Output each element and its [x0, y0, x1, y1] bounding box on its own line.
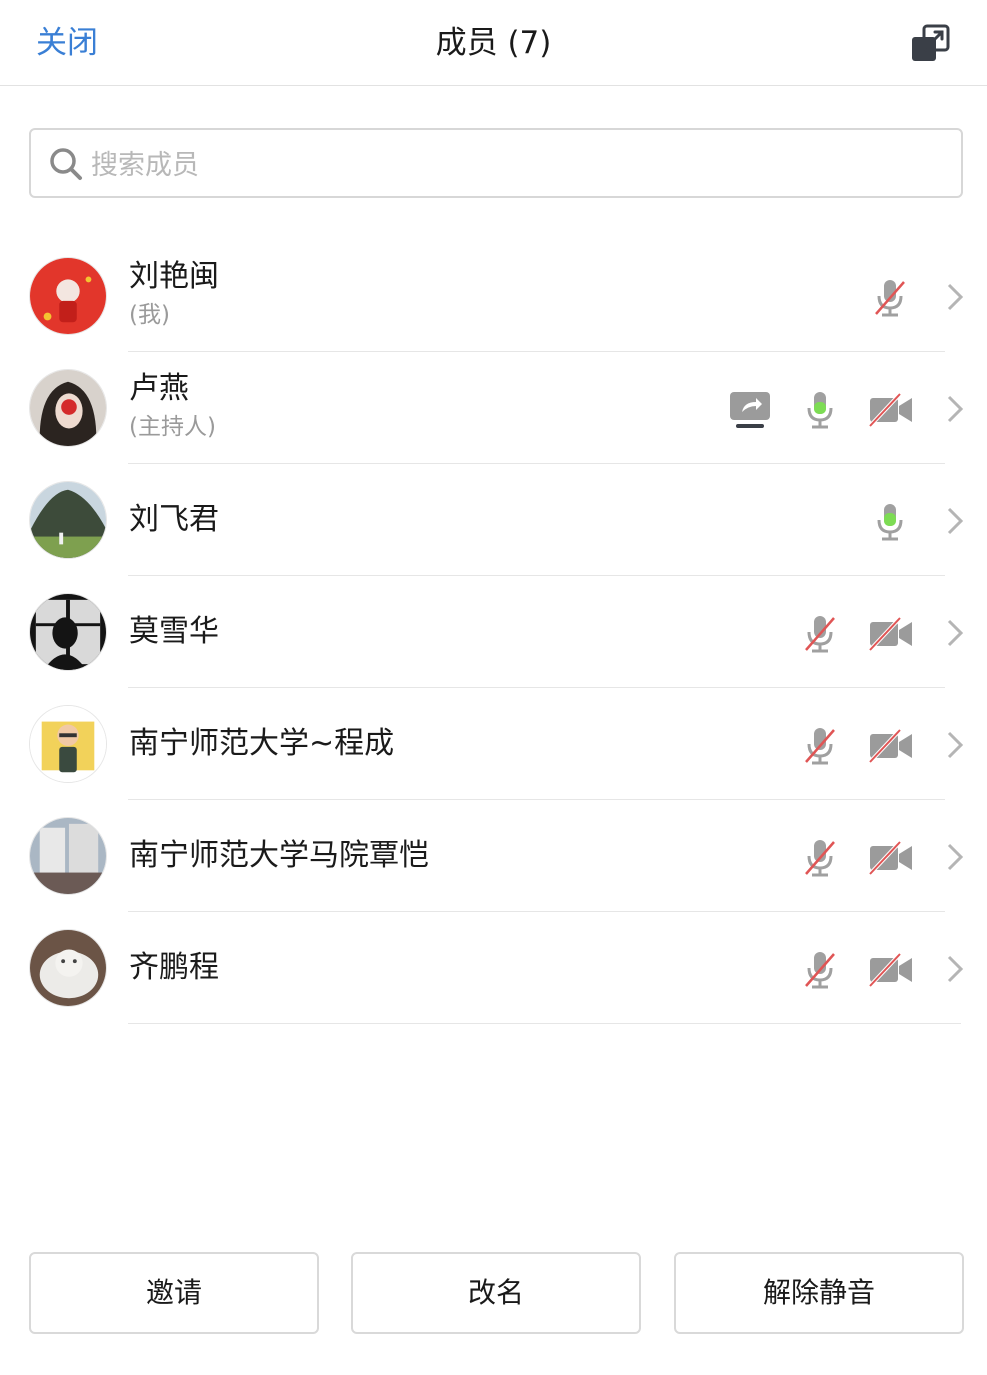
mic-muted-icon[interactable]: [868, 276, 912, 320]
member-list: 刘艳闽 (我) 卢燕 (主持人) 刘飞君 莫雪华 南宁师范大学~程成 南宁师范大…: [0, 240, 987, 1024]
invite-button[interactable]: 邀请: [29, 1252, 319, 1334]
member-row[interactable]: 刘艳闽 (我): [0, 240, 987, 352]
mic-active-icon[interactable]: [798, 388, 842, 432]
member-row[interactable]: 齐鹏程: [0, 912, 987, 1024]
avatar: [29, 257, 107, 335]
member-name: 莫雪华: [129, 614, 219, 649]
member-name: 南宁师范大学马院覃恺: [129, 838, 429, 873]
chevron-right-icon[interactable]: [944, 728, 966, 762]
member-name: 齐鹏程: [129, 950, 219, 985]
member-name: 刘艳闽: [129, 259, 219, 294]
mic-muted-icon[interactable]: [798, 836, 842, 880]
camera-off-icon[interactable]: [868, 616, 914, 652]
mic-muted-icon[interactable]: [798, 724, 842, 768]
avatar: [29, 817, 107, 895]
divider: [128, 1023, 961, 1024]
chevron-right-icon[interactable]: [944, 952, 966, 986]
rename-button[interactable]: 改名: [351, 1252, 641, 1334]
camera-off-icon[interactable]: [868, 952, 914, 988]
chevron-right-icon[interactable]: [944, 616, 966, 650]
avatar: [29, 705, 107, 783]
search-icon: [50, 148, 82, 180]
search-input[interactable]: [89, 142, 933, 188]
chevron-right-icon[interactable]: [944, 392, 966, 426]
page-title: 成员 (7): [435, 25, 552, 61]
mic-muted-icon[interactable]: [798, 948, 842, 992]
chevron-right-icon[interactable]: [944, 840, 966, 874]
mic-active-icon[interactable]: [868, 500, 912, 544]
fullscreen-icon[interactable]: [910, 24, 950, 64]
camera-off-icon[interactable]: [868, 840, 914, 876]
chevron-right-icon[interactable]: [944, 504, 966, 538]
camera-off-icon[interactable]: [868, 392, 914, 428]
search-box[interactable]: [29, 128, 963, 198]
member-name: 刘飞君: [129, 502, 219, 537]
avatar: [29, 481, 107, 559]
member-row[interactable]: 南宁师范大学马院覃恺: [0, 800, 987, 912]
camera-off-icon[interactable]: [868, 728, 914, 764]
member-role: (主持人): [129, 414, 216, 440]
chevron-right-icon[interactable]: [944, 280, 966, 314]
member-row[interactable]: 刘飞君: [0, 464, 987, 576]
member-row[interactable]: 南宁师范大学~程成: [0, 688, 987, 800]
unmute-button[interactable]: 解除静音: [674, 1252, 964, 1334]
header: 关闭 成员 (7): [0, 0, 987, 86]
screen-share-icon[interactable]: [728, 388, 772, 432]
member-row[interactable]: 莫雪华: [0, 576, 987, 688]
mic-muted-icon[interactable]: [798, 612, 842, 656]
avatar: [29, 593, 107, 671]
avatar: [29, 929, 107, 1007]
member-role: (我): [129, 302, 170, 328]
member-row[interactable]: 卢燕 (主持人): [0, 352, 987, 464]
member-name: 卢燕: [129, 371, 189, 406]
avatar: [29, 369, 107, 447]
member-name: 南宁师范大学~程成: [129, 726, 395, 761]
